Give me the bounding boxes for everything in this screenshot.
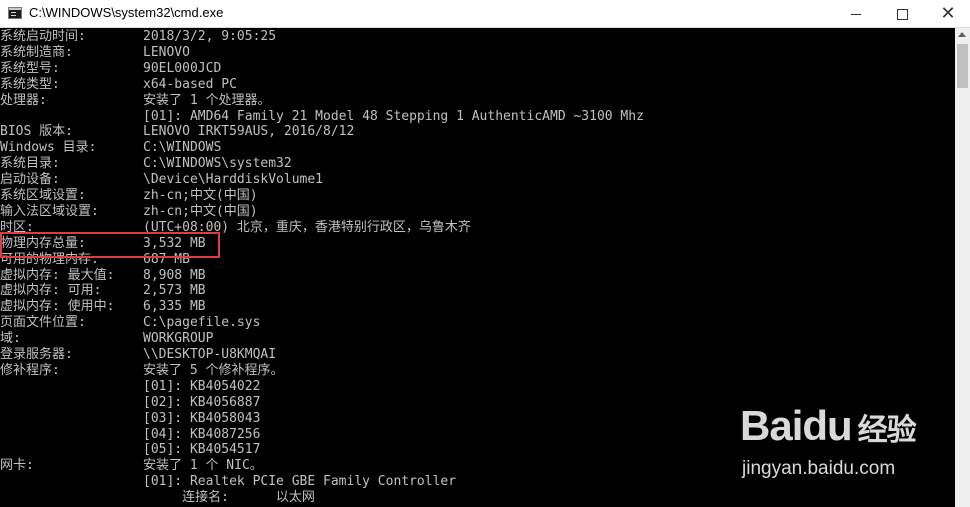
scroll-up-arrow-icon[interactable] — [958, 32, 966, 37]
console-line-value: zh-cn;中文(中国) — [143, 203, 258, 219]
console-line-value: 3,532 MB — [143, 235, 206, 251]
console-line-label: 时区: — [0, 219, 34, 235]
console-output[interactable]: 系统启动时间: 2018/3/2, 9:05:25 系统制造商: LENOVO 系统型号… — [0, 28, 955, 507]
console-line-value: 687 MB — [143, 251, 190, 267]
console-line-value: (UTC+08:00) 北京，重庆，香港特别行政区，乌鲁木齐 — [143, 219, 471, 235]
console-line-label: 虚拟内存: 最大值: — [0, 267, 115, 283]
scroll-thumb[interactable] — [957, 44, 968, 88]
console-line-value: [02]: KB4056887 — [143, 394, 261, 410]
console-line-value: [01]: AMD64 Family 21 Model 48 Stepping … — [143, 108, 644, 124]
console-line-value: 连接名: 以太网 — [143, 490, 315, 506]
console-line-value: [04]: KB4087256 — [143, 426, 261, 442]
console-line-value: WORKGROUP — [143, 331, 214, 347]
window-title: C:\WINDOWS\system32\cmd.exe — [29, 5, 224, 20]
console-line-value: [01]: KB4054022 — [143, 378, 261, 394]
console-line-label: 修补程序: — [0, 362, 60, 378]
console-line-value: 90EL000JCD — [143, 60, 222, 76]
minimize-button[interactable] — [833, 0, 879, 27]
console-line-label: 域: — [0, 331, 21, 347]
console-line-label: 页面文件位置: — [0, 315, 86, 331]
console-line-value: 2,573 MB — [143, 283, 206, 299]
console-line-value: C:\WINDOWS — [143, 140, 222, 156]
console-line-value: zh-cn;中文(中国) — [143, 188, 258, 203]
console-line-value: LENOVO IRKT59AUS, 2016/8/12 — [143, 124, 355, 140]
console-line-value: [03]: KB4058043 — [143, 410, 261, 426]
console-line-label: 登录服务器: — [0, 347, 73, 362]
console-line-value: x64-based PC — [143, 76, 237, 92]
console-line-label: 系统目录: — [0, 156, 60, 172]
console-line-label: 系统制造商: — [0, 44, 73, 60]
console-line-label: 虚拟内存: 使用中: — [0, 299, 115, 315]
console-line-value: 安装了 5 个修补程序。 — [143, 362, 284, 378]
console-line-label: 物理内存总量: — [0, 235, 86, 251]
console-line-value: 8,908 MB — [143, 267, 206, 283]
console-line-label: 可用的物理内存: — [0, 251, 99, 267]
console-line-label: 系统型号: — [0, 60, 60, 76]
console-line-value: 2018/3/2, 9:05:25 — [143, 29, 277, 44]
console-line-value: \Device\HarddiskVolume1 — [143, 172, 324, 188]
console-line-value: C:\pagefile.sys — [143, 315, 261, 331]
console-line-value: \\DESKTOP-U8KMQAI — [143, 347, 277, 362]
vertical-scrollbar[interactable] — [955, 28, 970, 507]
console-line-value: C:\WINDOWS\system32 — [143, 156, 292, 172]
console-line-label: 启动设备: — [0, 172, 60, 188]
title-bar[interactable]: C:\WINDOWS\system32\cmd.exe ✕ — [0, 0, 970, 28]
console-line-label: 虚拟内存: 可用: — [0, 283, 102, 299]
console-line-value: LENOVO — [143, 44, 190, 60]
console-line-value: 安装了 1 个 NIC。 — [143, 458, 263, 474]
console-line-label: 处理器: — [0, 92, 47, 108]
maximize-button[interactable] — [879, 0, 925, 27]
cmd-app-icon[interactable] — [8, 7, 22, 19]
console-line-value: 安装了 1 个处理器。 — [143, 92, 271, 108]
console-line-label: Windows 目录: — [0, 140, 97, 156]
console-line-label: 系统类型: — [0, 76, 60, 92]
console-line-label: 系统区域设置: — [0, 188, 86, 203]
console-line-label: BIOS 版本: — [0, 124, 73, 140]
console-line-label: 网卡: — [0, 458, 34, 474]
maximize-icon — [896, 9, 908, 20]
close-button[interactable]: ✕ — [925, 0, 970, 27]
console-line-value: [05]: KB4054517 — [143, 442, 261, 458]
console-line-value: 6,335 MB — [143, 299, 206, 315]
minimize-icon — [851, 14, 861, 15]
console-line-label: 输入法区域设置: — [0, 203, 99, 219]
console-line-value: [01]: Realtek PCIe GBE Family Controller — [143, 474, 457, 490]
close-icon: ✕ — [940, 3, 956, 24]
console-line-label: 系统启动时间: — [0, 29, 86, 44]
cmd-window: C:\WINDOWS\system32\cmd.exe ✕ 系统启动时间: 201… — [0, 0, 970, 507]
